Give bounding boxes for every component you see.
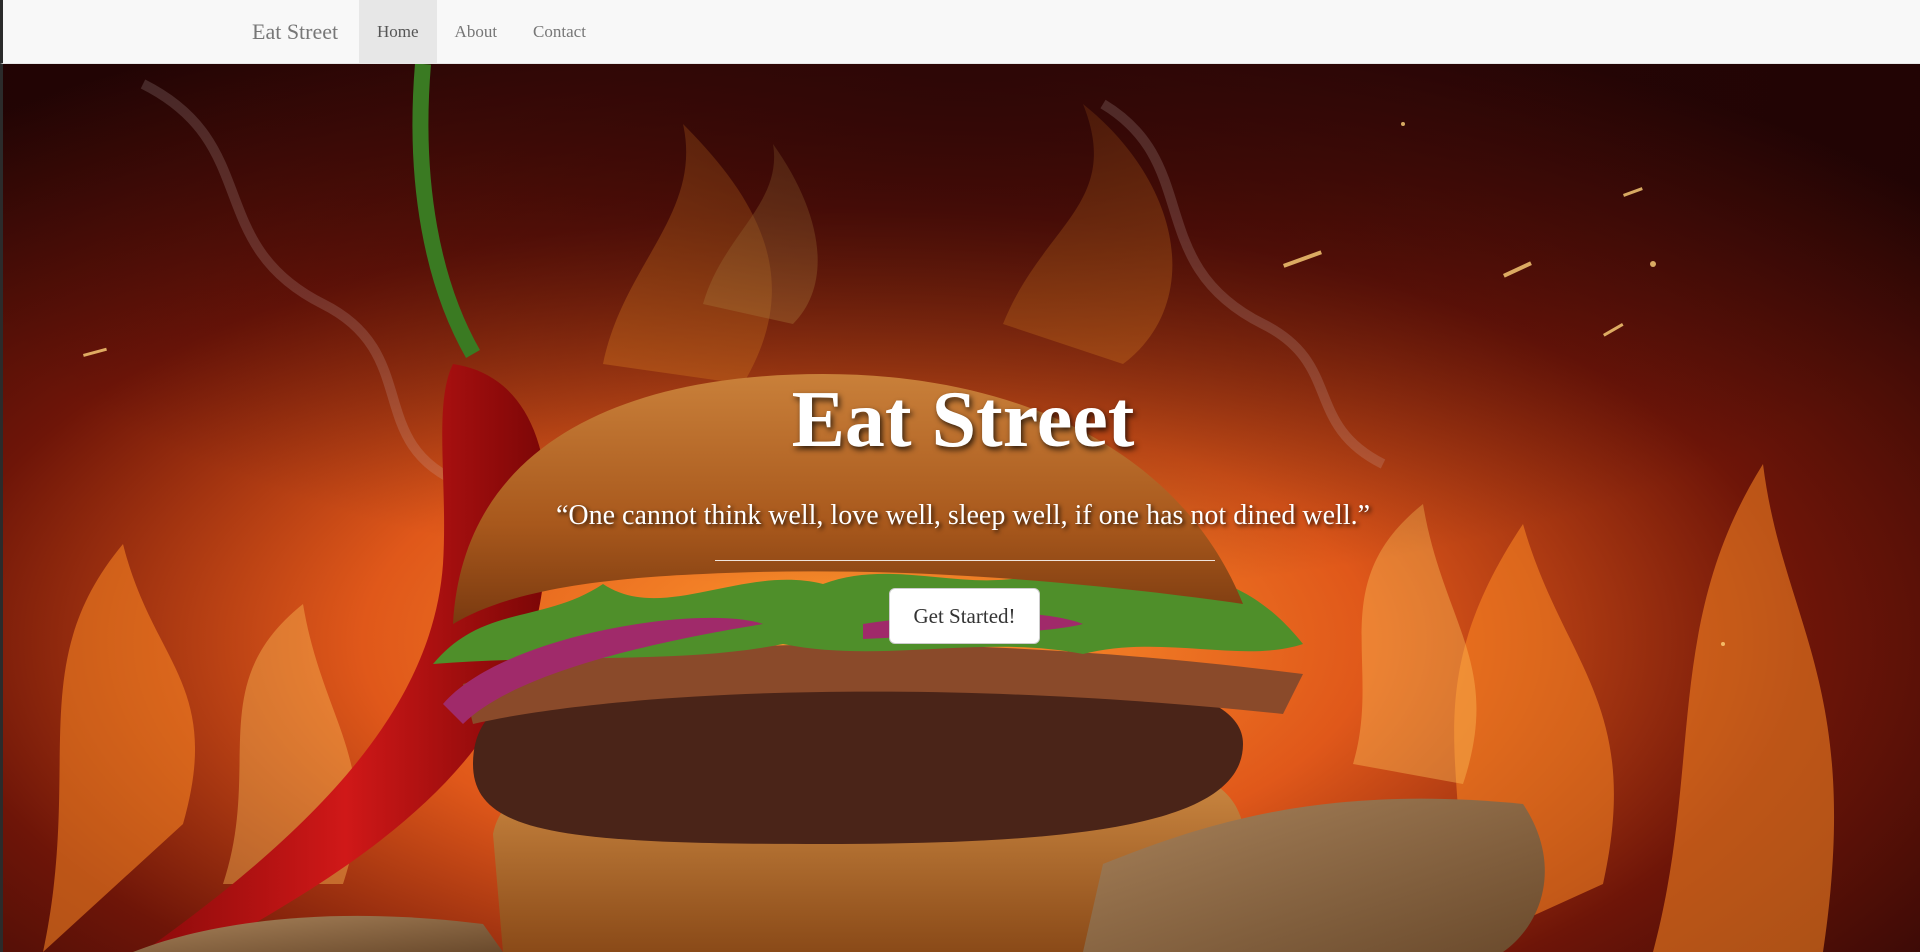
top-navbar: Eat Street Home About Contact (0, 0, 1920, 64)
hero-quote: “One cannot think well, love well, sleep… (555, 500, 1371, 531)
nav-item-about[interactable]: About (437, 0, 516, 64)
hero-title: Eat Street (791, 376, 1135, 464)
hero-divider (715, 560, 1215, 561)
nav-item-contact[interactable]: Contact (515, 0, 604, 64)
hero-section: Eat Street “One cannot think well, love … (0, 64, 1920, 952)
get-started-button[interactable]: Get Started! (889, 588, 1040, 644)
nav-menu: Home About Contact (359, 0, 604, 64)
hero-content: Eat Street “One cannot think well, love … (3, 64, 1920, 952)
brand-link[interactable]: Eat Street (252, 0, 338, 64)
nav-item-home[interactable]: Home (359, 0, 437, 64)
